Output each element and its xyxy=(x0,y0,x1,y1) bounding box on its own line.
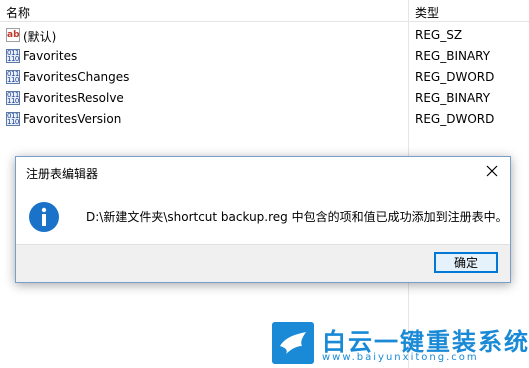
info-icon xyxy=(29,202,59,232)
list-item[interactable]: FavoritesResolve REG_BINARY xyxy=(0,88,529,108)
binary-value-icon xyxy=(6,49,20,63)
binary-value-icon xyxy=(6,70,20,84)
ok-button[interactable]: 确定 xyxy=(434,252,498,273)
column-header-row: 名称 类型 xyxy=(0,0,529,22)
value-name: Favorites xyxy=(23,49,78,63)
column-header-name[interactable]: 名称 xyxy=(6,4,30,21)
string-value-icon: ab xyxy=(6,28,20,42)
watermark-url: www.baiyunxitong.com xyxy=(322,352,479,363)
list-item[interactable]: FavoritesVersion REG_DWORD xyxy=(0,109,529,129)
value-name: FavoritesChanges xyxy=(23,70,130,84)
binary-value-icon xyxy=(6,112,20,126)
value-name: (默认) xyxy=(23,30,57,44)
value-type: REG_DWORD xyxy=(415,70,495,84)
message-dialog: 注册表编辑器 D:\新建文件夹\shortcut backup.reg 中包含的… xyxy=(15,156,511,283)
value-type: REG_BINARY xyxy=(415,91,491,105)
value-type: REG_BINARY xyxy=(415,49,491,63)
bird-logo-icon xyxy=(272,322,314,364)
list-item[interactable]: FavoritesChanges REG_DWORD xyxy=(0,67,529,87)
close-icon[interactable] xyxy=(484,163,500,179)
value-type: REG_DWORD xyxy=(415,112,495,126)
dialog-message: D:\新建文件夹\shortcut backup.reg 中包含的项和值已成功添… xyxy=(86,210,508,224)
list-item[interactable]: ab (默认) REG_SZ xyxy=(0,25,529,45)
dialog-title: 注册表编辑器 xyxy=(26,167,99,181)
list-item[interactable]: Favorites REG_BINARY xyxy=(0,46,529,66)
watermark: 白云一键重装系统 www.baiyunxitong.com xyxy=(272,320,528,366)
value-name: FavoritesResolve xyxy=(23,91,124,105)
value-name: FavoritesVersion xyxy=(23,112,122,126)
binary-value-icon xyxy=(6,91,20,105)
dialog-footer: 确定 xyxy=(16,244,510,282)
column-header-type[interactable]: 类型 xyxy=(415,4,439,21)
value-type: REG_SZ xyxy=(415,28,463,42)
